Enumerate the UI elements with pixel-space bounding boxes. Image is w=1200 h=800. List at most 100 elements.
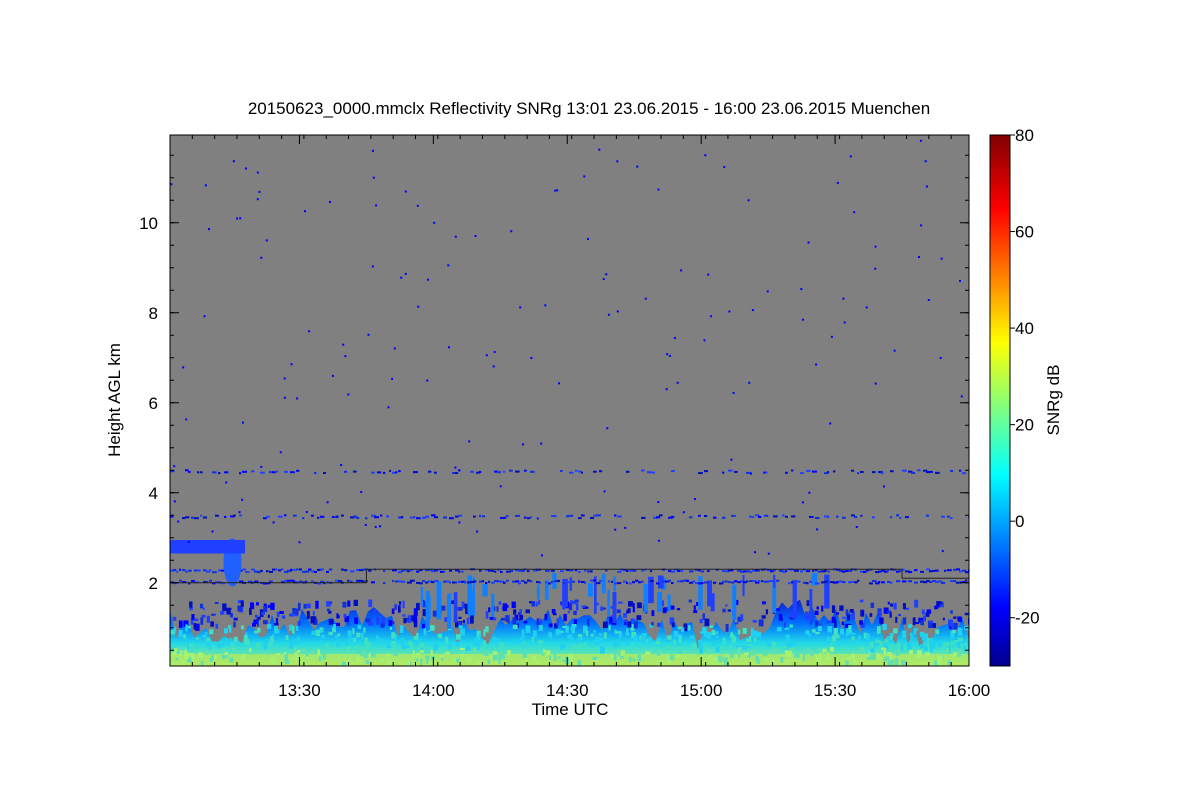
echo-pixel (693, 605, 696, 611)
echo-pixel (889, 644, 894, 653)
layer-echo (425, 515, 430, 518)
layer-echo (818, 570, 822, 573)
echo-pixel (512, 617, 517, 625)
echo-pixel (319, 629, 323, 632)
echo-pixel (452, 657, 456, 662)
echo-pixel (967, 627, 969, 631)
noise-echo (843, 321, 846, 324)
colorbar-tick-label: 40 (1015, 319, 1034, 338)
echo-pixel (455, 634, 461, 640)
layer-echo (515, 470, 520, 473)
echo-pixel (814, 610, 819, 615)
layer-echo (329, 568, 333, 571)
layer-echo (614, 514, 617, 517)
noise-echo (657, 188, 660, 191)
layer-echo (449, 569, 453, 572)
noise-echo (829, 422, 832, 425)
echo-pixel (519, 637, 524, 644)
layer-echo (269, 580, 273, 583)
echo-pixel (391, 632, 395, 639)
layer-echo (758, 516, 762, 518)
echo-pixel (772, 648, 778, 655)
echo-pixel (842, 639, 847, 644)
echo-pixel (233, 621, 236, 628)
layer-echo (596, 514, 601, 517)
layer-echo (809, 516, 814, 518)
layer-echo (746, 580, 749, 583)
echo-pixel (762, 601, 766, 605)
layer-echo (563, 582, 566, 585)
echo-pixel (937, 601, 942, 605)
echo-pixel (691, 642, 697, 648)
echo-pixel (256, 602, 259, 606)
noise-echo (416, 204, 419, 207)
echo-pixel (507, 650, 511, 656)
layer-echo (524, 516, 527, 519)
noise-echo (374, 525, 377, 528)
echo-pixel (521, 629, 525, 638)
layer-echo (260, 569, 263, 572)
echo-pixel (391, 621, 395, 625)
layer-echo (311, 514, 315, 517)
layer-echo (296, 568, 299, 571)
layer-echo (353, 470, 357, 473)
echo-pixel (921, 609, 925, 615)
echo-pixel (841, 621, 845, 626)
layer-echo (617, 570, 622, 573)
layer-echo (785, 570, 788, 573)
noise-echo (283, 396, 286, 399)
echo-pixel (791, 643, 795, 647)
layer-echo (950, 469, 954, 472)
noise-echo (940, 257, 943, 260)
layer-echo (806, 469, 811, 472)
echo-pixel (656, 651, 661, 656)
layer-echo (413, 516, 416, 519)
echo-pixel (662, 646, 666, 651)
layer-echo (482, 580, 485, 583)
echo-pixel (348, 637, 354, 642)
noise-echo (375, 204, 378, 207)
echo-pixel (400, 625, 404, 633)
echo-pixel (754, 630, 758, 637)
noise-echo (767, 552, 770, 555)
layer-echo (650, 471, 655, 474)
layer-echo (560, 570, 564, 573)
plume-echo (587, 583, 593, 597)
layer-echo (383, 582, 386, 585)
layer-echo (323, 472, 326, 474)
echo-pixel (939, 605, 945, 608)
echo-pixel (560, 643, 565, 650)
echo-pixel (551, 609, 556, 614)
echo-pixel (204, 632, 208, 635)
noise-echo (474, 235, 477, 237)
echo-pixel (255, 642, 261, 648)
layer-echo (734, 470, 738, 473)
layer-echo (302, 517, 305, 520)
echo-pixel (704, 618, 710, 627)
echo-pixel (274, 623, 279, 626)
echo-pixel (335, 622, 341, 627)
echo-pixel (391, 641, 397, 649)
layer-echo (827, 516, 830, 519)
echo-pixel (764, 658, 769, 662)
echo-pixel (213, 654, 217, 659)
noise-echo (342, 343, 345, 346)
layer-echo (488, 580, 491, 583)
echo-pixel (914, 628, 919, 631)
echo-pixel (473, 640, 478, 646)
noise-echo (927, 299, 930, 301)
echo-pixel (268, 641, 273, 647)
layer-echo (935, 569, 939, 572)
echo-pixel (437, 633, 443, 639)
echo-pixel (254, 660, 258, 664)
echo-pixel (583, 642, 587, 647)
echo-pixel (837, 643, 840, 647)
echo-pixel (627, 608, 631, 614)
layer-echo (506, 515, 509, 518)
echo-pixel (725, 604, 728, 607)
noise-echo (304, 210, 306, 213)
noise-echo (279, 451, 282, 454)
echo-pixel (353, 599, 358, 607)
layer-echo (356, 516, 360, 519)
layer-echo (395, 471, 398, 474)
